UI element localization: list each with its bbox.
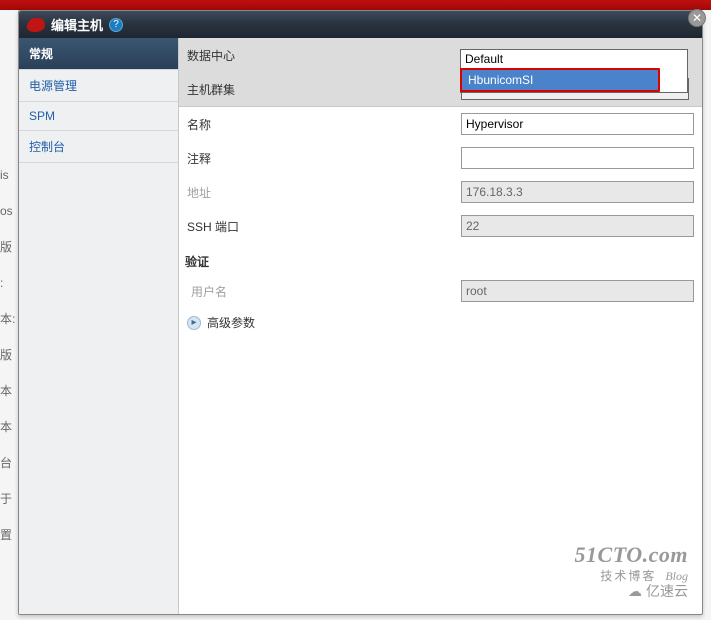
sidebar: 常规 电源管理 SPM 控制台: [19, 38, 179, 614]
help-icon[interactable]: ?: [109, 18, 123, 32]
watermark: 51CTO.com 技术博客 Blog ☁ 亿速云: [575, 542, 688, 602]
row-address: 地址: [179, 175, 702, 209]
address-input: [461, 181, 694, 203]
sidebar-item-console[interactable]: 控制台: [19, 131, 178, 163]
close-icon[interactable]: ✕: [688, 9, 706, 27]
sidebar-item-label: 电源管理: [29, 79, 77, 93]
name-input[interactable]: [461, 113, 694, 135]
brand-icon: [26, 18, 46, 32]
expand-icon: ▸: [187, 316, 201, 330]
username-input: [461, 280, 694, 302]
datacenter-dropdown-list: Default HbunicomSI: [460, 49, 688, 93]
row-sshport: SSH 端口: [179, 209, 702, 243]
label-cluster: 主机群集: [187, 81, 461, 98]
row-comment: 注释: [179, 141, 702, 175]
label-name: 名称: [187, 116, 461, 133]
label-address: 地址: [187, 184, 461, 201]
sidebar-item-general[interactable]: 常规: [19, 38, 178, 70]
sidebar-item-label: 控制台: [29, 140, 65, 154]
advanced-label: 高级参数: [207, 314, 255, 331]
sshport-input: [461, 215, 694, 237]
dialog-title: 编辑主机: [51, 15, 103, 34]
label-comment: 注释: [187, 150, 461, 167]
auth-section-title: 验证: [179, 243, 702, 274]
dropdown-option-default[interactable]: Default: [461, 50, 687, 68]
sidebar-item-power[interactable]: 电源管理: [19, 70, 178, 102]
label-datacenter: 数据中心: [187, 47, 461, 64]
advanced-params-toggle[interactable]: ▸ 高级参数: [179, 308, 702, 337]
edit-host-dialog: 编辑主机 ? ✕ 常规 电源管理 SPM 控制台 Default Hbunico…: [18, 10, 703, 615]
label-username: 用户名: [187, 283, 461, 300]
cloud-icon: ☁: [628, 585, 642, 602]
comment-input[interactable]: [461, 147, 694, 169]
sidebar-item-label: SPM: [29, 109, 55, 123]
titlebar: 编辑主机 ? ✕: [19, 11, 702, 38]
dropdown-option-selected[interactable]: HbunicomSI: [460, 68, 660, 92]
row-name: 名称: [179, 107, 702, 141]
label-sshport: SSH 端口: [187, 218, 461, 235]
sidebar-item-spm[interactable]: SPM: [19, 102, 178, 131]
sidebar-item-label: 常规: [29, 47, 53, 61]
row-username: 用户名: [179, 274, 702, 308]
content-panel: Default HbunicomSI 数据中心 主机群集: [179, 38, 702, 614]
